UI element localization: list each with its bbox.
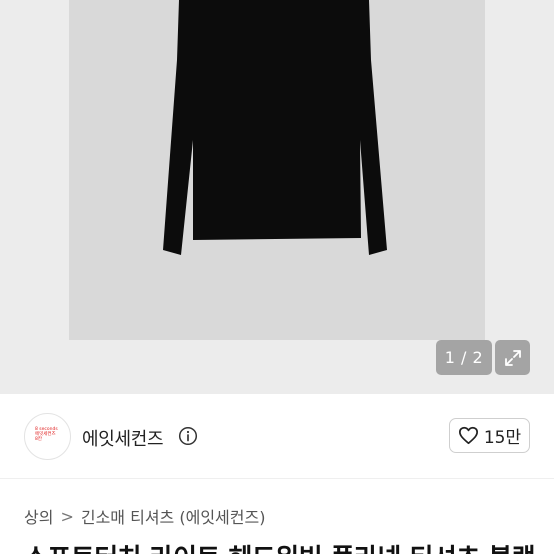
- like-count: 15만: [483, 428, 522, 448]
- product-title: 소프트터치 라이트 헤드위빙 풀라넥 티셔츠 블랙: [24, 538, 544, 554]
- product-photo[interactable]: [69, 0, 485, 340]
- black-longsleeve-shirt-image: [163, 0, 387, 255]
- breadcrumb-item-category[interactable]: 상의: [24, 504, 53, 528]
- seller-avatar[interactable]: 8 seconds 에잇세컨즈 8칸: [24, 413, 71, 460]
- seller-logo-text: 8 seconds 에잇세컨즈 8칸: [35, 427, 58, 442]
- like-button[interactable]: 15만: [449, 418, 530, 453]
- seller-row[interactable]: 8 seconds 에잇세컨즈 8칸 에잇세컨즈 15만: [0, 394, 554, 478]
- product-image-gallery[interactable]: 1 / 2: [0, 0, 554, 394]
- heart-icon: [458, 426, 478, 445]
- chevron-right-icon: >: [60, 506, 74, 526]
- info-icon[interactable]: [178, 426, 198, 446]
- seller-name[interactable]: 에잇세컨즈: [82, 425, 164, 451]
- fullscreen-button[interactable]: [495, 340, 530, 375]
- section-divider: [0, 478, 554, 479]
- breadcrumb: 상의 > 긴소매 티셔츠 (에잇세컨즈): [24, 504, 265, 528]
- breadcrumb-item-subcategory[interactable]: 긴소매 티셔츠 (에잇세컨즈): [81, 504, 266, 528]
- image-counter-text: 1 / 2: [444, 348, 484, 367]
- image-counter: 1 / 2: [436, 340, 492, 375]
- expand-icon: [504, 349, 521, 366]
